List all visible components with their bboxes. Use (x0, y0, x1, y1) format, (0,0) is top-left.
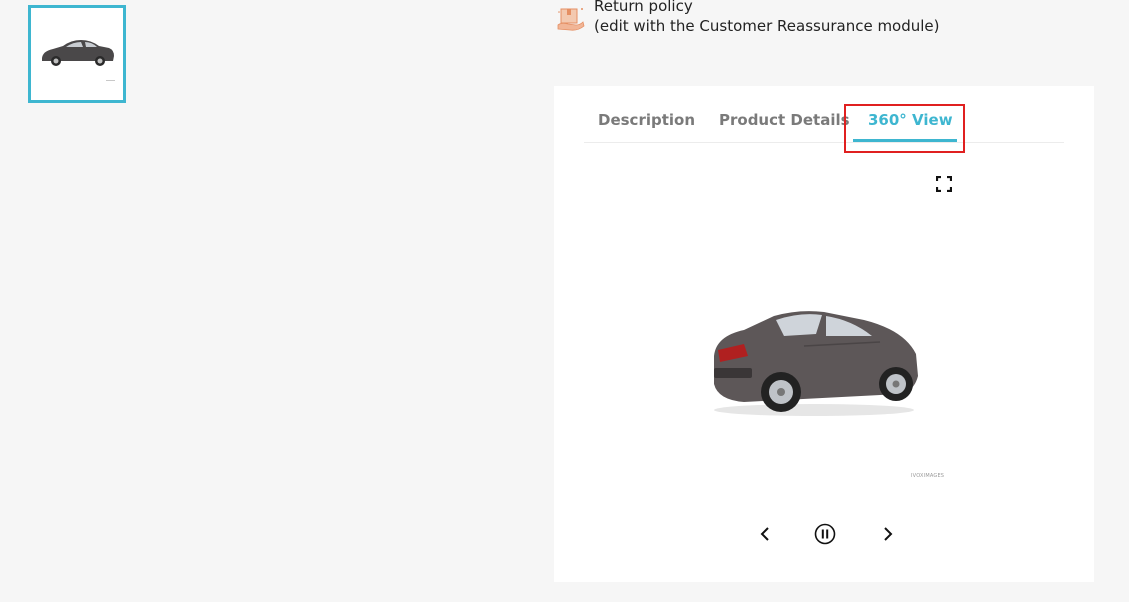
tab-product-details[interactable]: Product Details (719, 111, 850, 129)
pause-circle-icon[interactable] (813, 522, 837, 546)
product-tabs-panel: Description Product Details 360° View IV… (554, 86, 1094, 582)
return-box-icon (557, 8, 585, 31)
chevron-left-icon[interactable] (754, 522, 778, 546)
highlight-box (844, 104, 965, 153)
product-thumbnail[interactable] (28, 5, 126, 103)
tab-description[interactable]: Description (598, 111, 695, 129)
tab-bar: Description Product Details 360° View (584, 86, 1064, 143)
car-360-image[interactable] (704, 296, 924, 426)
viewer-watermark: IVOXIMAGES (911, 473, 945, 479)
viewer-controls (754, 522, 894, 546)
fullscreen-icon[interactable] (936, 176, 952, 192)
chevron-right-icon[interactable] (875, 522, 899, 546)
reassurance-title: Return policy (594, 0, 693, 15)
customer-reassurance: Return policy (edit with the Customer Re… (556, 0, 1096, 40)
reassurance-subtitle: (edit with the Customer Reassurance modu… (594, 17, 940, 35)
car-thumbnail-image (42, 40, 114, 66)
thumbnail-watermark (106, 80, 115, 81)
